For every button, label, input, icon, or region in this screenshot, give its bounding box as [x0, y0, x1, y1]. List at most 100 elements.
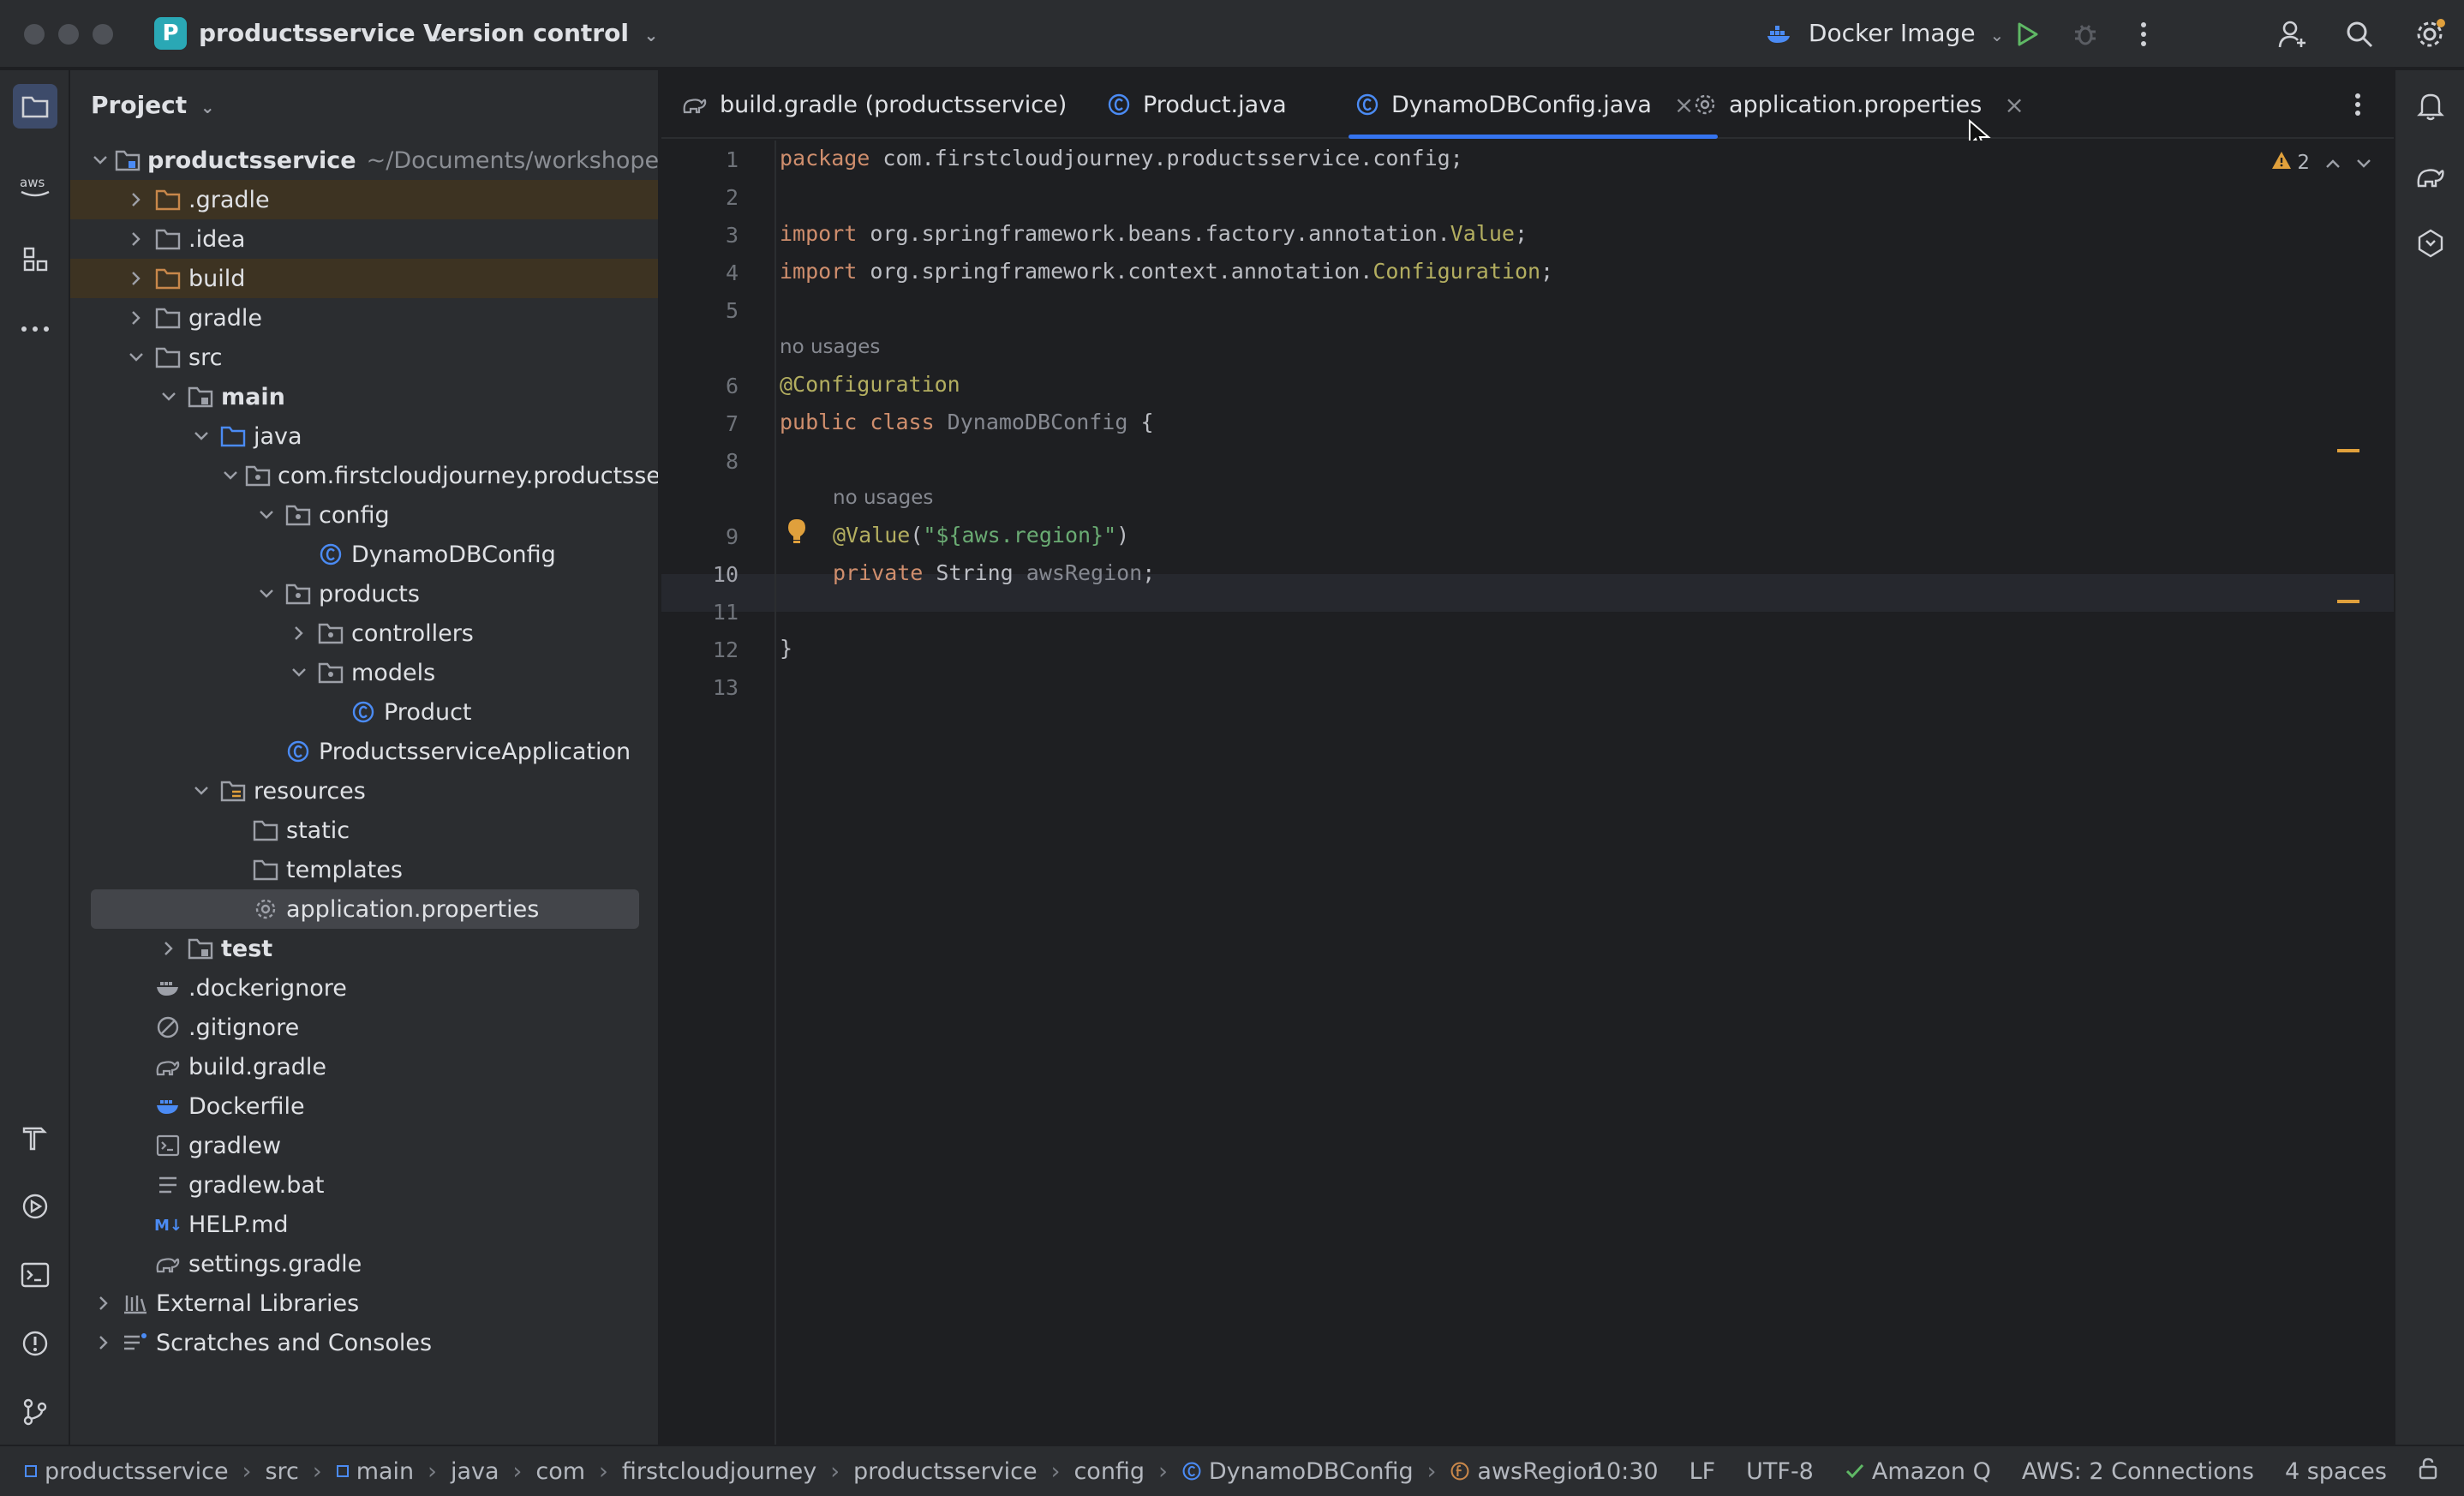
- services-run-icon[interactable]: [15, 1186, 56, 1227]
- chevron-up-icon[interactable]: [2325, 152, 2341, 174]
- tree-item-help-md[interactable]: M↓ HELP.md: [70, 1205, 658, 1244]
- tree-item-templates[interactable]: templates: [70, 850, 658, 889]
- tree-item-idea[interactable]: .idea: [70, 219, 658, 259]
- tree-item-controllers[interactable]: controllers: [70, 613, 658, 653]
- warning-marker[interactable]: [2337, 449, 2359, 452]
- structure-icon[interactable]: [15, 238, 56, 279]
- tree-item-settings-gradle[interactable]: settings.gradle: [70, 1244, 658, 1284]
- java-class-icon: [1108, 93, 1130, 116]
- lightbulb-icon[interactable]: [786, 518, 807, 551]
- breadcrumb-item[interactable]: productsservice: [24, 1458, 229, 1485]
- breadcrumb-item[interactable]: firstcloudjourney: [622, 1458, 816, 1485]
- tree-item-productsserviceapplication[interactable]: ProductsserviceApplication: [70, 732, 658, 771]
- tree-item-src[interactable]: src: [70, 338, 658, 377]
- debug-icon[interactable]: [2066, 15, 2104, 53]
- tree-item-external-libraries[interactable]: External Libraries: [70, 1284, 658, 1323]
- inspection-widget[interactable]: 2: [2271, 151, 2371, 175]
- tree-item-gradlew[interactable]: gradlew: [70, 1126, 658, 1165]
- usage-hint[interactable]: no usages: [780, 336, 880, 358]
- minimize-window-button[interactable]: [58, 24, 79, 45]
- chevron-right-icon: [125, 267, 147, 290]
- chevron-down-icon[interactable]: [2356, 152, 2371, 174]
- build-hammer-icon[interactable]: [15, 1117, 56, 1158]
- tree-item-gitignore[interactable]: .gitignore: [70, 1008, 658, 1047]
- terminal-icon[interactable]: [15, 1254, 56, 1296]
- chevron-down-icon: [93, 149, 108, 171]
- aws-connections[interactable]: AWS: 2 Connections: [2022, 1458, 2254, 1485]
- notifications-bell-icon[interactable]: [2410, 86, 2451, 127]
- tree-item-gradlew-bat[interactable]: gradlew.bat: [70, 1165, 658, 1205]
- tree-item-dockerignore[interactable]: .dockerignore: [70, 968, 658, 1008]
- line-number: 4: [725, 260, 739, 285]
- project-folder-icon[interactable]: [13, 84, 57, 129]
- tree-item-dockerfile[interactable]: Dockerfile: [70, 1086, 658, 1126]
- breadcrumb-item[interactable]: config: [1074, 1458, 1145, 1485]
- tree-item-models[interactable]: models: [70, 653, 658, 692]
- tree-item-products[interactable]: products: [70, 574, 658, 613]
- more-actions-icon[interactable]: [2125, 15, 2162, 53]
- tree-item-application-properties[interactable]: application.properties: [91, 889, 639, 929]
- tree-item-config[interactable]: config: [70, 495, 658, 535]
- tab-dynamodbconfig-java[interactable]: DynamoDBConfig.java ×: [1349, 70, 1719, 139]
- folder-icon: [252, 817, 279, 844]
- read-only-lock-icon[interactable]: [2418, 1457, 2438, 1486]
- warning-marker[interactable]: [2337, 600, 2359, 603]
- breadcrumb-item[interactable]: com: [535, 1458, 585, 1485]
- tree-item-dynamodbconfig[interactable]: DynamoDBConfig: [70, 535, 658, 574]
- tree-item-gradle-dir[interactable]: .gradle: [70, 180, 658, 219]
- breadcrumb-item[interactable]: src: [265, 1458, 298, 1485]
- tab-product-java[interactable]: Product.java: [1107, 70, 1287, 139]
- tree-item-java[interactable]: java: [70, 416, 658, 456]
- code-editor[interactable]: 2 1 2 3 4 5 6 7 8 9 10 11 12 13 package …: [661, 141, 2394, 1445]
- project-view-selector[interactable]: Project ⌄: [91, 91, 215, 119]
- run-icon[interactable]: [2008, 15, 2046, 53]
- close-tab-icon[interactable]: ×: [2004, 91, 2024, 119]
- tree-item-build-gradle[interactable]: build.gradle: [70, 1047, 658, 1086]
- usage-hint[interactable]: no usages: [833, 487, 933, 509]
- chevron-right-icon: [125, 228, 147, 250]
- add-user-icon[interactable]: [2274, 15, 2311, 53]
- warning-count: 2: [2297, 152, 2310, 174]
- breadcrumb-item[interactable]: awsRegion: [1450, 1458, 1602, 1485]
- aws-icon[interactable]: aws: [15, 166, 56, 207]
- tab-overflow-menu-icon[interactable]: [2354, 70, 2361, 139]
- tree-item-test[interactable]: test: [70, 929, 658, 968]
- tree-item-main[interactable]: main: [70, 377, 658, 416]
- breadcrumb-item[interactable]: productsservice: [853, 1458, 1038, 1485]
- text-file-icon: [154, 1171, 182, 1199]
- close-window-button[interactable]: [24, 24, 45, 45]
- tree-item-scratches[interactable]: Scratches and Consoles: [70, 1323, 658, 1362]
- tree-item-package-root[interactable]: com.firstcloudjourney.productsserv: [70, 456, 658, 495]
- git-branch-icon[interactable]: [15, 1391, 56, 1433]
- tree-item-resources[interactable]: resources: [70, 771, 658, 811]
- gradle-elephant-icon[interactable]: [2410, 156, 2451, 197]
- indent-setting[interactable]: 4 spaces: [2285, 1458, 2387, 1485]
- tree-item-product[interactable]: Product: [70, 692, 658, 732]
- version-control-menu[interactable]: Version control ⌄: [423, 19, 658, 47]
- breadcrumb-item[interactable]: main: [336, 1458, 414, 1485]
- run-configuration-selector[interactable]: Docker Image ⌄: [1767, 19, 2004, 47]
- search-icon[interactable]: [2341, 15, 2378, 53]
- tree-item-gradle[interactable]: gradle: [70, 298, 658, 338]
- close-tab-icon[interactable]: ×: [1674, 91, 1694, 119]
- tree-root-productsservice[interactable]: productsservice ~/Documents/workshope/pr…: [70, 141, 658, 180]
- project-badge[interactable]: P: [154, 17, 187, 50]
- maximize-window-button[interactable]: [93, 24, 113, 45]
- caret-position[interactable]: 10:30: [1592, 1458, 1659, 1485]
- chevron-down-icon: ⌄: [200, 97, 215, 117]
- file-encoding[interactable]: UTF-8: [1746, 1458, 1814, 1485]
- project-selector[interactable]: productsservice ⌄: [199, 19, 445, 47]
- line-number: 10: [712, 562, 739, 587]
- amazon-q-status[interactable]: Amazon Q: [1845, 1458, 1991, 1485]
- tree-item-static[interactable]: static: [70, 811, 658, 850]
- tab-build-gradle[interactable]: build.gradle (productsservice): [682, 70, 1067, 139]
- problems-icon[interactable]: [15, 1323, 56, 1364]
- chevron-right-icon: ›: [428, 1457, 437, 1485]
- tree-item-build[interactable]: build: [70, 259, 658, 298]
- line-separator[interactable]: LF: [1690, 1458, 1716, 1485]
- settings-gear-icon[interactable]: [2411, 15, 2449, 53]
- ai-assistant-icon[interactable]: [2410, 223, 2451, 264]
- breadcrumb-item[interactable]: DynamoDBConfig: [1181, 1458, 1414, 1485]
- more-tools-icon[interactable]: [15, 308, 56, 350]
- breadcrumb-item[interactable]: java: [451, 1458, 499, 1485]
